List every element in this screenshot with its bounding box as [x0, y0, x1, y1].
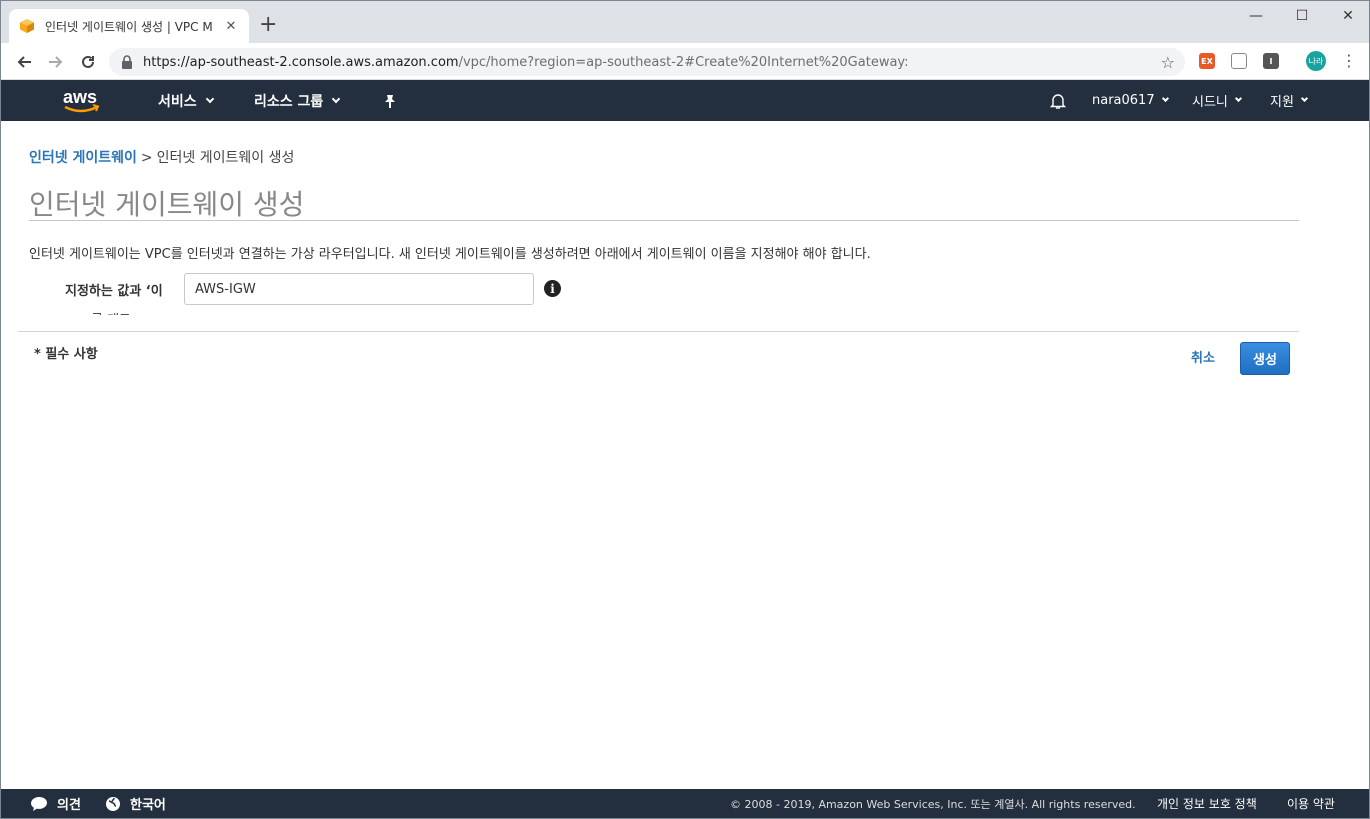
back-button[interactable]: [13, 51, 35, 73]
create-button[interactable]: 생성: [1240, 342, 1290, 375]
resource-groups-menu[interactable]: 리소스 그룹: [254, 80, 341, 121]
browser-toolbar: https://ap-southeast-2.console.aws.amazo…: [1, 43, 1369, 80]
extension-cast-icon[interactable]: [1231, 53, 1247, 69]
chevron-down-icon: [1234, 94, 1242, 103]
close-window-button[interactable]: ✕: [1325, 1, 1370, 31]
breadcrumb: 인터넷 게이트웨이 > 인터넷 게이트웨이 생성: [29, 150, 295, 166]
services-menu[interactable]: 서비스: [158, 80, 214, 121]
divider: [18, 331, 1299, 332]
page-title: 인터넷 게이트웨이 생성: [29, 188, 305, 221]
terms-link[interactable]: 이용 약관: [1287, 789, 1335, 818]
reload-button[interactable]: [77, 51, 99, 73]
required-note: * 필수 사항: [34, 347, 98, 362]
svg-text:aws: aws: [63, 87, 97, 107]
privacy-policy-link[interactable]: 개인 정보 보호 정책: [1157, 789, 1257, 818]
lock-icon: [122, 55, 132, 69]
arrow-left-icon: [17, 56, 31, 68]
console-footer: 의견 한국어 © 2008 - 2019, Amazon Web Service…: [1, 789, 1369, 818]
extension-i-icon[interactable]: I: [1263, 53, 1279, 69]
minimize-button[interactable]: —: [1233, 1, 1279, 31]
arrow-right-icon: [49, 56, 63, 68]
new-tab-button[interactable]: +: [259, 14, 277, 36]
aws-console-nav: aws 서비스 리소스 그룹 nara0617 시드니 지원: [1, 80, 1369, 121]
aws-logo[interactable]: aws: [61, 84, 105, 116]
forward-button[interactable]: [45, 51, 67, 73]
browser-tab[interactable]: 인터넷 게이트웨이 생성 | VPC M ✕: [9, 9, 249, 43]
pin-icon: [385, 94, 395, 108]
tab-strip: 인터넷 게이트웨이 생성 | VPC M ✕ + — ☐ ✕: [1, 1, 1369, 43]
name-tag-label: 지정하는 값과 ‘이: [65, 284, 163, 299]
speech-bubble-icon: [31, 796, 47, 811]
chevron-down-icon: [1161, 94, 1169, 103]
extension-ex-icon[interactable]: EX: [1199, 53, 1215, 69]
language-selector[interactable]: 한국어: [105, 789, 166, 818]
reload-icon: [82, 55, 94, 68]
chevron-down-icon: [1300, 94, 1308, 103]
globe-icon: [106, 796, 120, 811]
breadcrumb-current: 인터넷 게이트웨이 생성: [156, 150, 295, 166]
pin-button[interactable]: [382, 80, 398, 121]
name-tag-input[interactable]: [184, 273, 534, 305]
breadcrumb-link-internet-gateways[interactable]: 인터넷 게이트웨이: [29, 150, 137, 166]
address-bar[interactable]: https://ap-southeast-2.console.aws.amazo…: [109, 48, 1185, 76]
bell-icon: [1049, 93, 1067, 109]
profile-avatar[interactable]: 나라: [1306, 51, 1326, 71]
chevron-down-icon: [332, 94, 341, 103]
info-icon[interactable]: i: [544, 280, 561, 297]
account-menu[interactable]: nara0617: [1092, 80, 1169, 121]
chevron-down-icon: [205, 94, 214, 103]
browser-window: 인터넷 게이트웨이 생성 | VPC M ✕ + — ☐ ✕ https://a…: [0, 0, 1370, 819]
region-menu[interactable]: 시드니: [1192, 80, 1242, 121]
tab-title: 인터넷 게이트웨이 생성 | VPC M: [45, 19, 213, 34]
support-menu[interactable]: 지원: [1270, 80, 1308, 121]
feedback-button[interactable]: 의견: [30, 789, 81, 818]
cancel-button[interactable]: 취소: [1191, 347, 1215, 366]
bookmark-star-icon[interactable]: ☆: [1161, 53, 1175, 72]
page-description: 인터넷 게이트웨이는 VPC를 인터넷과 연결하는 가상 라우터입니다. 새 인…: [29, 247, 871, 262]
clipped-label: 름 태그: [91, 309, 181, 315]
browser-menu-icon[interactable]: ⋮: [1341, 51, 1357, 71]
aws-box-icon: [20, 19, 34, 33]
tab-close-icon[interactable]: ✕: [223, 19, 239, 34]
url-text: https://ap-southeast-2.console.aws.amazo…: [143, 54, 909, 70]
maximize-button[interactable]: ☐: [1279, 1, 1325, 31]
copyright-text: © 2008 - 2019, Amazon Web Services, Inc.…: [730, 797, 1136, 811]
divider: [29, 220, 1299, 221]
notifications-button[interactable]: [1049, 80, 1067, 121]
